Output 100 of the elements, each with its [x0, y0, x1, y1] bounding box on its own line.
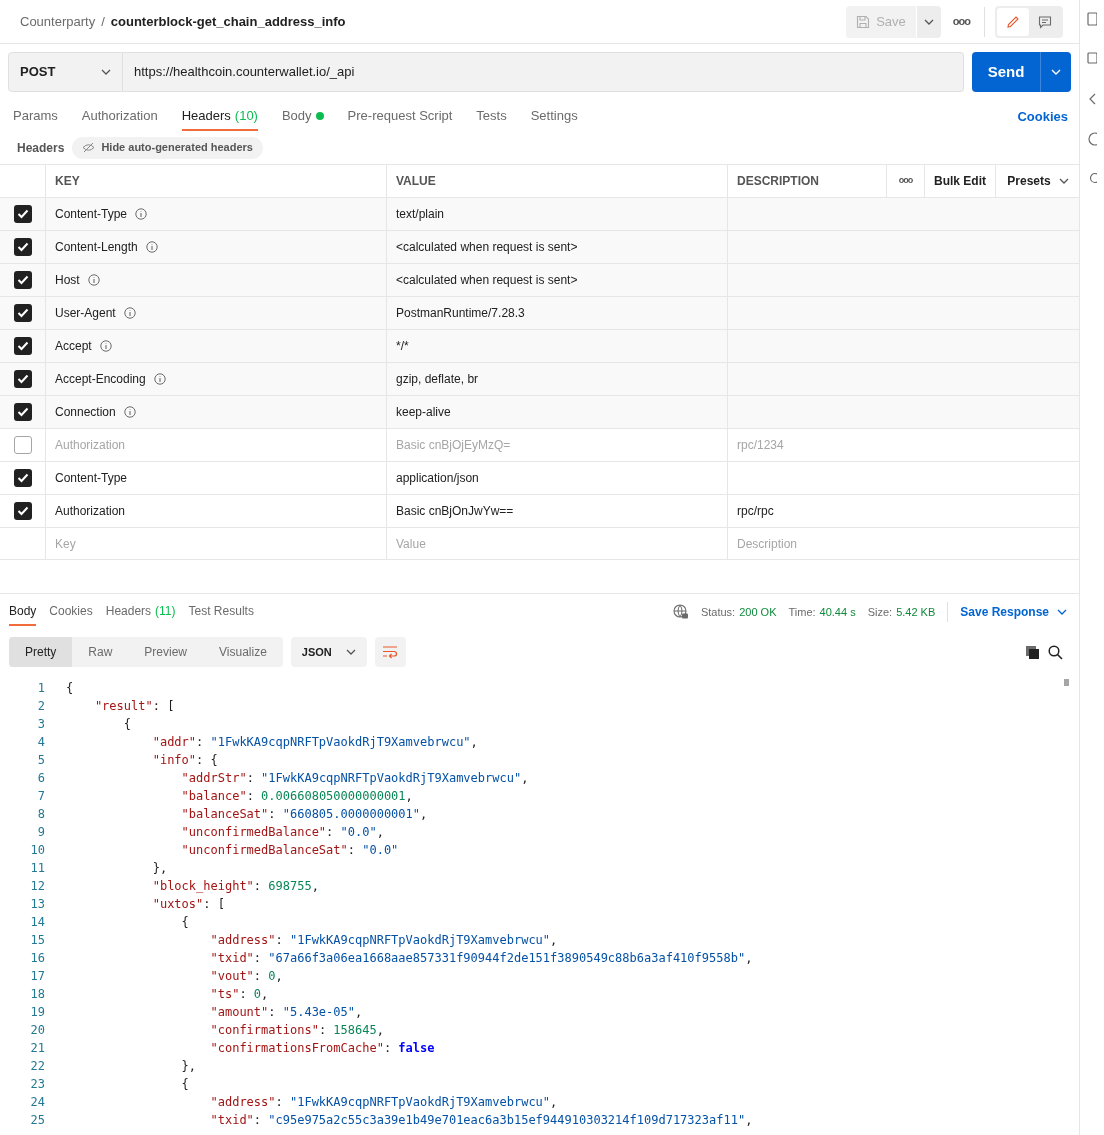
- header-key: Authorization: [55, 436, 126, 454]
- cookies-link[interactable]: Cookies: [1017, 103, 1068, 131]
- more-button[interactable]: ooo: [887, 165, 925, 197]
- line-number: 12: [29, 878, 45, 895]
- caret-icon: [1051, 69, 1061, 75]
- header-key: Accept: [55, 337, 92, 355]
- save-response-button[interactable]: Save Response: [960, 603, 1067, 621]
- tab[interactable]: Authorization: [81, 103, 158, 131]
- size-reading: Size: 5.42 KB: [867, 604, 936, 620]
- response-tab[interactable]: Test Results: [188, 598, 254, 626]
- url-field[interactable]: https://healthcoin.counterwallet.io/_api: [123, 52, 964, 92]
- globe-lock-icon[interactable]: [672, 604, 689, 620]
- header-value: PostmanRuntime/7.28.3: [396, 305, 525, 322]
- document-icon[interactable]: [1087, 12, 1097, 26]
- tab[interactable]: Pre-request Script: [347, 103, 453, 131]
- caret-icon: [101, 69, 111, 75]
- request-name: counterblock-get_chain_address_info: [110, 12, 346, 31]
- header-value: keep-alive: [396, 404, 451, 421]
- code-line: "confirmations": 158645,: [209, 1022, 384, 1039]
- view-tab[interactable]: Raw: [72, 637, 129, 667]
- caret-icon: [1058, 178, 1069, 184]
- line-number: 5: [36, 752, 45, 769]
- bulk-edit-button[interactable]: Bulk Edit: [925, 165, 996, 197]
- checkbox[interactable]: [13, 238, 32, 256]
- value-field[interactable]: Value: [396, 534, 718, 553]
- code-line: "balanceSat": "660805.0000000001",: [180, 806, 428, 823]
- code-line: "confirmationsFromCache": false: [209, 1040, 435, 1057]
- section-title: Headers: [17, 139, 65, 157]
- caret-icon: [923, 18, 934, 25]
- view-tab[interactable]: Pretty: [9, 637, 73, 667]
- checkbox[interactable]: [13, 436, 32, 454]
- hide-auto-headers-button[interactable]: Hide auto-generated headers: [72, 136, 263, 159]
- code-line: "txid": "67a66f3a06ea1668aae857331f90944f2de151f3890549c88b6a3af410f9558b",: [209, 950, 753, 967]
- code-line: "addr": "1FwkKA9cqpNRFTpVaokdRjT9Xamvebrwcu",: [151, 734, 478, 751]
- code-line: "amount": "5.43e-05",: [209, 1004, 363, 1021]
- line-number: 2: [36, 698, 45, 715]
- presets-dropdown[interactable]: Presets: [996, 165, 1080, 197]
- key-field[interactable]: Key: [55, 534, 377, 553]
- code-line: "ts": 0,: [209, 986, 269, 1003]
- edit-mode-button[interactable]: [997, 7, 1029, 36]
- eye-slash-icon: [82, 142, 96, 153]
- line-number: 18: [29, 986, 45, 1003]
- header-value: <calculated when request is sent>: [396, 239, 578, 256]
- wrap-lines-button[interactable]: [374, 637, 406, 667]
- header-value: <calculated when request is sent>: [396, 272, 578, 289]
- description-field[interactable]: Description: [737, 534, 1071, 553]
- code-line: "txid": "c95e975a2c55c3a39e1b49e701eac6a3b15ef944910303214f109d717323af11",: [209, 1112, 753, 1129]
- tab[interactable]: Body: [281, 103, 324, 131]
- checkbox[interactable]: [13, 469, 32, 487]
- header-value: Basic cnBjOjEyMzQ=: [396, 437, 511, 454]
- collection-name[interactable]: Counterparty: [20, 11, 96, 32]
- code-line: {: [122, 716, 132, 733]
- code-icon[interactable]: [1087, 92, 1097, 106]
- code-line: {: [180, 914, 189, 931]
- line-number: 6: [36, 770, 45, 787]
- checkbox[interactable]: [13, 337, 32, 355]
- code-line: "address": "1FwkKA9cqpNRFTpVaokdRjT9Xamvebrwcu",: [209, 932, 558, 949]
- line-number: 16: [29, 950, 45, 967]
- breadcrumb-separator: /: [101, 12, 105, 31]
- tab[interactable]: Params: [13, 103, 58, 131]
- tab[interactable]: Settings: [530, 103, 578, 131]
- code-line: "unconfirmedBalanceSat": "0.0": [180, 842, 399, 859]
- pencil-icon: [1006, 14, 1020, 29]
- code-line: "address": "1FwkKA9cqpNRFTpVaokdRjT9Xamvebrwcu",: [209, 1094, 558, 1111]
- send-button[interactable]: Send: [972, 52, 1040, 92]
- line-number: 24: [29, 1094, 45, 1111]
- checkbox[interactable]: [13, 304, 32, 322]
- checkbox[interactable]: [13, 370, 32, 388]
- line-number: 14: [29, 914, 45, 931]
- header-value: gzip, deflate, br: [396, 371, 479, 388]
- line-number: 15: [29, 932, 45, 949]
- header-key: Content-Type: [55, 469, 128, 487]
- code-line: "vout": 0,: [209, 968, 283, 985]
- checkbox[interactable]: [13, 403, 32, 421]
- line-number: 10: [29, 842, 45, 859]
- response-tab[interactable]: Cookies: [49, 598, 93, 626]
- time-reading: Time: 40.44 s: [788, 604, 856, 620]
- view-tab[interactable]: Visualize: [203, 637, 283, 667]
- header-key: Accept-Encoding: [55, 370, 146, 388]
- code-line: "block_height": 698755,: [151, 878, 319, 895]
- response-tab[interactable]: Body: [9, 598, 37, 626]
- copy-icon[interactable]: [1025, 644, 1040, 660]
- response-tab[interactable]: Headers (11): [105, 598, 176, 626]
- checkbox[interactable]: [13, 205, 32, 223]
- method-dropdown[interactable]: POST: [8, 52, 123, 92]
- line-number: 1: [36, 680, 45, 697]
- more-button[interactable]: ooo: [952, 13, 970, 30]
- line-number: 13: [29, 896, 45, 913]
- header-description: rpc/rpc: [737, 503, 774, 520]
- tab[interactable]: Tests: [476, 103, 507, 131]
- code-line: "uxtos": [: [151, 896, 225, 913]
- view-tab[interactable]: Preview: [128, 637, 204, 667]
- column-header: VALUE: [387, 165, 728, 197]
- search-icon[interactable]: [1048, 644, 1063, 660]
- line-number: 7: [36, 788, 45, 805]
- checkbox[interactable]: [13, 271, 32, 289]
- code-line: {: [66, 680, 74, 697]
- format-dropdown[interactable]: JSON: [290, 637, 367, 667]
- tab[interactable]: Headers (10): [181, 103, 258, 131]
- checkbox[interactable]: [13, 502, 32, 520]
